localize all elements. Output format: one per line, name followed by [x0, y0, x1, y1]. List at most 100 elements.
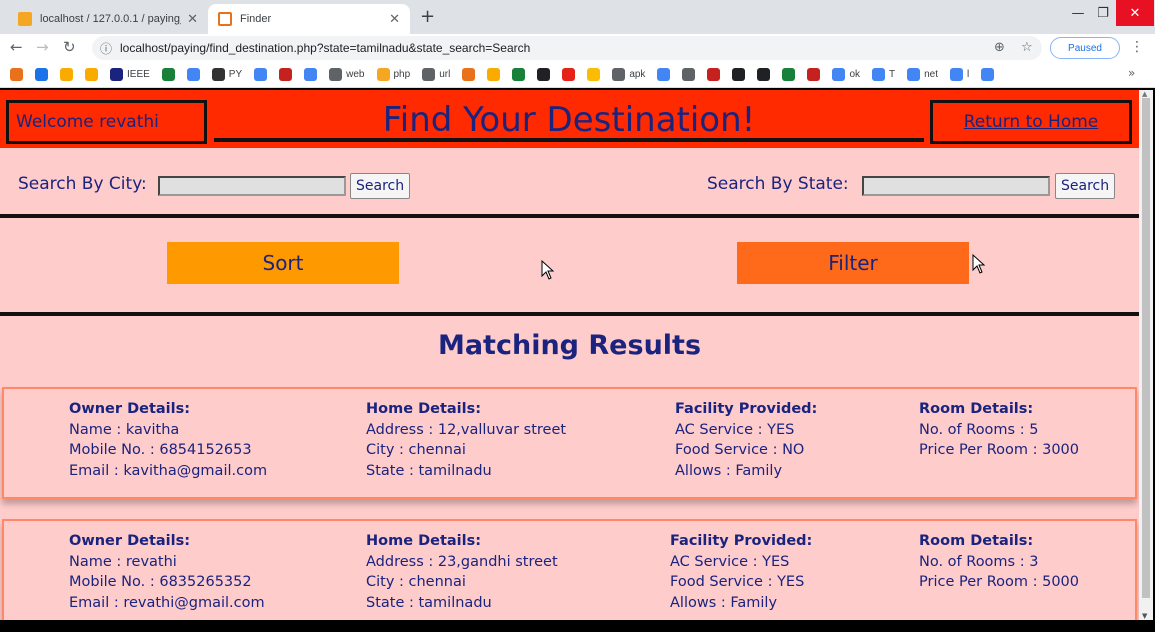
bookmark-favicon-icon: [186, 68, 200, 81]
home-details-heading: Home Details:: [366, 401, 482, 417]
star-icon[interactable]: ☆: [1021, 40, 1033, 55]
bookmark-item[interactable]: [757, 68, 771, 81]
bookmark-favicon-icon: [512, 68, 526, 81]
room-price: Price Per Room : 5000: [919, 574, 1079, 590]
home-details: Home Details: Address : 23,gandhi street…: [366, 531, 558, 613]
bookmark-item[interactable]: [782, 68, 796, 81]
divider: [0, 312, 1139, 316]
close-icon[interactable]: ✕: [187, 11, 198, 27]
bookmark-favicon-icon: [487, 68, 501, 81]
bookmark-item[interactable]: [732, 68, 746, 81]
finder-icon: [218, 12, 232, 26]
browser-toolbar: ← → ↻ ⓘ localhost/paying/find_destinatio…: [0, 34, 1155, 62]
bookmark-item[interactable]: [60, 68, 73, 81]
bookmark-item[interactable]: [807, 68, 821, 81]
bookmark-favicon-icon: [782, 68, 796, 81]
bookmark-item[interactable]: [682, 68, 696, 81]
bookmark-favicon-icon: [612, 68, 626, 81]
forward-icon[interactable]: →: [36, 38, 49, 56]
bookmarks-bar: IEEE PY web php url apk ok Tnet l: [0, 62, 1155, 88]
city-search-input[interactable]: [158, 176, 346, 196]
filter-button[interactable]: Filter: [737, 242, 969, 284]
bookmark-item[interactable]: [186, 68, 200, 81]
home-address: Address : 12,valluvar street: [366, 421, 567, 438]
bookmark-item[interactable]: [254, 68, 268, 81]
bookmark-item[interactable]: [279, 68, 293, 81]
new-tab-icon[interactable]: +: [420, 6, 435, 27]
bookmark-favicon-icon: [85, 68, 98, 81]
owner-details-heading: Owner Details:: [69, 533, 191, 549]
bookmark-item[interactable]: IEEE: [110, 68, 150, 81]
close-icon[interactable]: ✕: [389, 11, 400, 27]
bookmark-item[interactable]: T: [872, 68, 895, 81]
window-close-icon[interactable]: ✕: [1116, 0, 1154, 26]
page-scrollbar[interactable]: ▲ ▼: [1139, 90, 1153, 620]
bookmark-item[interactable]: [587, 68, 601, 81]
bookmark-item[interactable]: apk: [612, 68, 645, 81]
city-search-button[interactable]: Search: [350, 173, 411, 199]
bookmark-favicon-icon: [376, 68, 390, 81]
bookmark-item[interactable]: php: [376, 68, 410, 81]
result-card: Owner Details: Name : revathi Mobile No.…: [2, 519, 1137, 620]
bookmark-item[interactable]: [512, 68, 526, 81]
tab-finder[interactable]: Finder ✕: [208, 4, 410, 34]
bookmark-item[interactable]: [487, 68, 501, 81]
room-count: No. of Rooms : 3: [919, 553, 1039, 570]
bookmark-item[interactable]: ok: [832, 68, 860, 81]
minimize-icon[interactable]: —: [1063, 0, 1093, 26]
bookmark-label: ok: [849, 69, 860, 80]
bookmark-item[interactable]: [304, 68, 318, 81]
bookmark-item[interactable]: [85, 68, 98, 81]
sort-button[interactable]: Sort: [167, 242, 399, 284]
tab-phpmyadmin[interactable]: localhost / 127.0.0.1 / paying_gu ✕: [8, 4, 208, 34]
bookmark-item[interactable]: net: [907, 68, 938, 81]
bookmark-favicon-icon: [304, 68, 318, 81]
bookmark-item[interactable]: PY: [211, 68, 242, 81]
bookmark-item[interactable]: l: [950, 68, 969, 81]
info-icon[interactable]: ⓘ: [100, 40, 112, 57]
search-section: Search By City: Search Search By State: …: [0, 148, 1139, 214]
home-state: State : tamilnadu: [366, 594, 492, 611]
facility-details: Facility Provided: AC Service : YES Food…: [670, 531, 812, 613]
url-text: localhost/paying/find_destination.php?st…: [120, 41, 531, 55]
bookmark-favicon-icon: [981, 68, 995, 81]
tab-title: localhost / 127.0.0.1 / paying_gu: [40, 13, 181, 25]
bookmark-item[interactable]: [981, 68, 995, 81]
menu-icon[interactable]: ⋮: [1130, 39, 1144, 55]
scrollbar-thumb[interactable]: [1142, 98, 1150, 598]
bookmark-item[interactable]: [537, 68, 551, 81]
bookmark-item[interactable]: [161, 68, 175, 81]
room-details-heading: Room Details:: [919, 533, 1034, 549]
bookmark-item[interactable]: [462, 68, 476, 81]
bookmark-item[interactable]: [35, 68, 48, 81]
bookmark-item[interactable]: [657, 68, 671, 81]
return-home-link[interactable]: Return to Home: [930, 100, 1132, 144]
result-card: Owner Details: Name : kavitha Mobile No.…: [2, 387, 1137, 499]
bookmark-item[interactable]: web: [329, 68, 365, 81]
bookmark-favicon-icon: [872, 68, 885, 81]
bookmark-item[interactable]: url: [422, 68, 450, 81]
address-bar[interactable]: ⓘ localhost/paying/find_destination.php?…: [92, 36, 1042, 60]
bookmark-item[interactable]: [10, 68, 23, 81]
owner-details-heading: Owner Details:: [69, 401, 191, 417]
state-search-button[interactable]: Search: [1055, 173, 1116, 199]
owner-name: Name : kavitha: [69, 421, 180, 438]
room-price: Price Per Room : 3000: [919, 442, 1079, 458]
scroll-down-icon[interactable]: ▼: [1142, 612, 1147, 620]
bookmark-favicon-icon: [110, 68, 123, 81]
owner-details: Owner Details: Name : revathi Mobile No.…: [69, 531, 265, 613]
profile-paused-button[interactable]: Paused: [1050, 37, 1120, 59]
home-city: City : chennai: [366, 574, 466, 590]
state-search-input[interactable]: [862, 176, 1050, 196]
welcome-box: Welcome revathi: [6, 100, 207, 144]
bookmark-item[interactable]: [707, 68, 721, 81]
zoom-icon[interactable]: ⊕: [994, 40, 1005, 55]
scroll-up-icon[interactable]: ▲: [1142, 90, 1147, 98]
more-bookmarks-icon[interactable]: »: [1128, 66, 1135, 80]
bookmark-favicon-icon: [832, 68, 846, 81]
bookmark-item[interactable]: [562, 68, 576, 81]
back-icon[interactable]: ←: [10, 38, 23, 56]
restore-icon[interactable]: ❐: [1090, 0, 1116, 26]
bookmark-favicon-icon: [950, 68, 964, 81]
reload-icon[interactable]: ↻: [63, 38, 76, 56]
